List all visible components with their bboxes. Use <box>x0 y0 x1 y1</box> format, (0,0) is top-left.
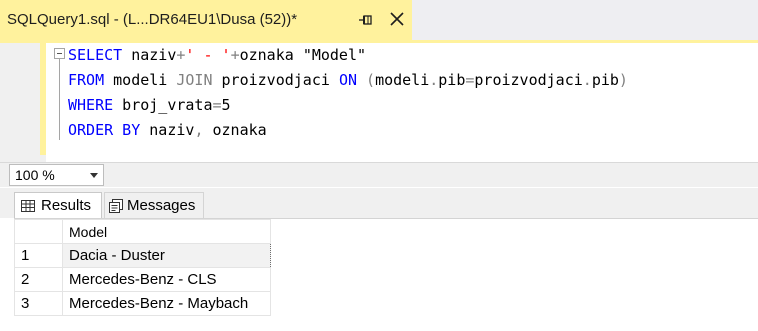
row-number-header[interactable] <box>14 219 63 244</box>
code-token: broj_vrata <box>113 96 213 114</box>
code-token: JOIN <box>176 71 213 89</box>
horizontal-scrollbar[interactable] <box>110 164 758 186</box>
code-token: modeli <box>375 71 430 89</box>
outline-line <box>59 59 60 140</box>
zoom-dropdown[interactable]: 100 % <box>9 164 104 186</box>
zoom-value: 100 % <box>15 167 55 183</box>
code-token: FROM <box>68 71 105 89</box>
code-token: modeli <box>104 71 177 89</box>
document-tab-strip: SQLQuery1.sql - (L...DR64EU1\Dusa (52))* <box>0 0 758 40</box>
results-grid: Model 1 Dacia - Duster 2 Mercedes-Benz -… <box>14 219 271 316</box>
row-number[interactable]: 3 <box>14 291 63 316</box>
grid-header-row: Model <box>14 219 271 244</box>
document-tab-title: SQLQuery1.sql - (L...DR64EU1\Dusa (52))* <box>7 11 298 28</box>
code-token: proizvodjaci <box>474 71 583 89</box>
tab-results[interactable]: Results <box>14 192 102 218</box>
code-token: ( <box>366 71 376 89</box>
table-row: 2 Mercedes-Benz - CLS <box>14 267 271 292</box>
column-header-model[interactable]: Model <box>62 219 271 244</box>
code-line[interactable]: FROM modeli JOIN proizvodjaci ON (modeli… <box>68 68 628 93</box>
code-token: ) <box>618 71 628 89</box>
code-token: "Model" <box>302 46 367 64</box>
code-token: oznaka <box>203 121 267 139</box>
zoom-bar: 100 % <box>0 162 758 187</box>
collapse-region-icon[interactable] <box>54 48 65 59</box>
messages-icon <box>109 198 123 213</box>
grid-cell[interactable]: Mercedes-Benz - Maybach <box>62 291 271 316</box>
table-row: 3 Mercedes-Benz - Maybach <box>14 291 271 316</box>
pin-icon[interactable] <box>358 12 374 28</box>
code-token: . <box>582 71 592 89</box>
code-token: naziv <box>140 121 195 139</box>
row-number[interactable]: 2 <box>14 267 63 292</box>
chevron-down-icon[interactable] <box>90 173 98 178</box>
tab-results-label: Results <box>41 197 92 214</box>
code-token: . <box>429 71 439 89</box>
sql-editor[interactable]: SELECT naziv+' - '+oznaka "Model" FROM mo… <box>0 43 758 205</box>
code-token: pib <box>591 71 619 89</box>
results-grid-pane: Model 1 Dacia - Duster 2 Mercedes-Benz -… <box>14 218 758 331</box>
tab-messages[interactable]: Messages <box>104 192 204 218</box>
code-token: ON <box>338 71 357 89</box>
grid-cell[interactable]: Mercedes-Benz - CLS <box>62 267 271 292</box>
tab-messages-label: Messages <box>127 197 196 214</box>
code-token: pib <box>438 71 466 89</box>
code-token: WHERE <box>68 96 114 114</box>
code-line[interactable]: WHERE broj_vrata=5 <box>68 93 231 118</box>
code-token: + <box>230 46 240 64</box>
code-token: 5 <box>221 96 231 114</box>
code-token: = <box>212 96 222 114</box>
code-line[interactable]: SELECT naziv+' - '+oznaka "Model" <box>68 43 366 68</box>
grid-cell[interactable]: Dacia - Duster <box>62 243 271 268</box>
code-token: proizvodjaci <box>212 71 339 89</box>
grid-icon <box>21 199 35 213</box>
change-tracking-bar <box>40 43 46 155</box>
close-icon[interactable] <box>388 10 406 28</box>
code-token: SELECT <box>68 46 123 64</box>
code-token: naziv <box>122 46 177 64</box>
code-token: ' - ' <box>185 46 231 64</box>
code-token: ORDER BY <box>68 121 141 139</box>
table-row: 1 Dacia - Duster <box>14 243 271 268</box>
code-line[interactable]: ORDER BY naziv, oznaka <box>68 118 267 143</box>
results-tab-strip: Results Messages <box>0 188 758 218</box>
code-token: oznaka <box>239 46 303 64</box>
row-number[interactable]: 1 <box>14 243 63 268</box>
query-document-tab[interactable]: SQLQuery1.sql - (L...DR64EU1\Dusa (52))* <box>0 0 412 40</box>
